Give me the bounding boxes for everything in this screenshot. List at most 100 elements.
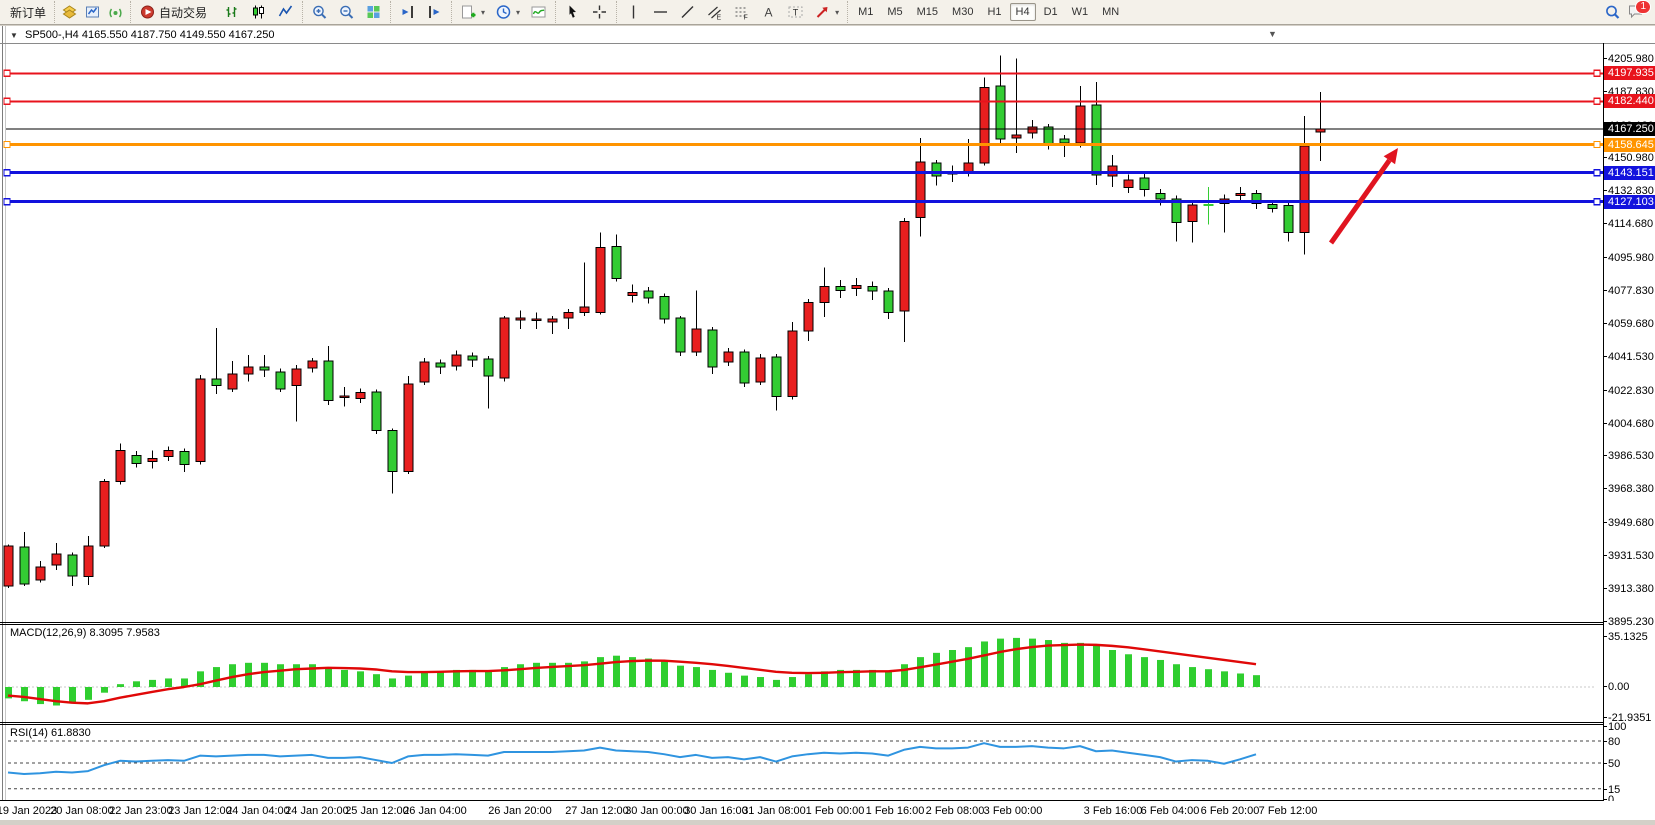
candle bbox=[180, 451, 189, 464]
main-chart-canvas[interactable] bbox=[0, 43, 1655, 622]
cursor-icon bbox=[564, 4, 581, 20]
candle bbox=[340, 396, 349, 398]
price-tick-label: 4041.530 bbox=[1608, 351, 1654, 363]
line-anchor[interactable] bbox=[4, 142, 10, 148]
market-watch-icon[interactable] bbox=[84, 4, 101, 20]
time-tick-label: 19 Jan 2023 bbox=[0, 805, 57, 817]
line-anchor[interactable] bbox=[4, 199, 10, 205]
timeframe-H4[interactable]: H4 bbox=[1010, 3, 1036, 21]
macd-histogram bbox=[5, 638, 1260, 706]
candle bbox=[916, 162, 925, 218]
candle bbox=[276, 372, 285, 389]
price-axis[interactable]: 4205.9804187.8304169.1304150.9804132.830… bbox=[1604, 43, 1655, 819]
timeframe-group: M1M5M15M30H1H4D1W1MN bbox=[847, 1, 1129, 23]
chart-shift-button[interactable] bbox=[394, 2, 421, 22]
zoom-out-button[interactable] bbox=[333, 2, 360, 22]
line-chart-button[interactable] bbox=[272, 2, 299, 22]
line-anchor[interactable] bbox=[1594, 70, 1600, 76]
timeframe-W1[interactable]: W1 bbox=[1066, 3, 1095, 21]
timeframe-D1[interactable]: D1 bbox=[1038, 3, 1064, 21]
chart-shift-marker-icon[interactable]: ▼ bbox=[1268, 29, 1277, 39]
time-tick-label: 3 Feb 16:00 bbox=[1084, 805, 1143, 817]
chat-button[interactable]: 1 bbox=[1627, 3, 1647, 21]
timeframe-MN[interactable]: MN bbox=[1096, 3, 1125, 21]
line-anchor[interactable] bbox=[4, 170, 10, 176]
line-chart-icon bbox=[277, 4, 294, 20]
candle bbox=[116, 451, 125, 482]
new-order-button[interactable]: 新订单 bbox=[5, 2, 51, 23]
candle bbox=[596, 248, 605, 313]
line-anchor[interactable] bbox=[4, 70, 10, 76]
horizontal-lines bbox=[4, 70, 1603, 204]
horizontal-line-button[interactable] bbox=[647, 2, 674, 22]
candle bbox=[212, 379, 221, 386]
fibonacci-icon: F bbox=[733, 4, 750, 20]
current-price-badge: 4167.250 bbox=[1604, 122, 1655, 136]
vertical-line-icon bbox=[625, 4, 642, 20]
timeframe-H1[interactable]: H1 bbox=[981, 3, 1007, 21]
pane-separator[interactable] bbox=[0, 622, 1603, 623]
rsi-canvas[interactable] bbox=[0, 725, 1655, 800]
signal-icon[interactable] bbox=[107, 4, 124, 20]
candle bbox=[436, 363, 445, 367]
macd-canvas[interactable] bbox=[0, 625, 1655, 722]
candle bbox=[884, 291, 893, 312]
line-anchor[interactable] bbox=[1594, 142, 1600, 148]
candlestick-chart-button[interactable] bbox=[245, 2, 272, 22]
cursor-button[interactable] bbox=[559, 2, 586, 22]
autotrade-button[interactable]: 自动交易 bbox=[134, 2, 212, 23]
line-anchor[interactable] bbox=[1594, 199, 1600, 205]
tile-windows-button[interactable] bbox=[360, 2, 387, 22]
timeframe-M15[interactable]: M15 bbox=[911, 3, 944, 21]
time-tick-label: 22 Jan 23:00 bbox=[109, 805, 173, 817]
candle bbox=[1188, 205, 1197, 222]
autotrade-group: 自动交易 bbox=[130, 1, 215, 23]
candle bbox=[404, 384, 413, 472]
bars-chart-button[interactable] bbox=[218, 2, 245, 22]
trendline-button[interactable] bbox=[674, 2, 701, 22]
timeframe-M1[interactable]: M1 bbox=[852, 3, 879, 21]
svg-text:A: A bbox=[765, 6, 773, 20]
auto-scroll-button[interactable] bbox=[421, 2, 448, 22]
channel-button[interactable]: E bbox=[701, 2, 728, 22]
price-line-badge: 4143.151 bbox=[1604, 166, 1655, 180]
gold-bars-icon[interactable] bbox=[61, 4, 78, 20]
crosshair-button[interactable] bbox=[586, 2, 613, 22]
label-button[interactable]: T bbox=[782, 2, 809, 22]
collapse-triangle-icon[interactable]: ▼ bbox=[10, 31, 18, 40]
main-toolbar: 新订单 自动交易 ▾▾EFAT▾ M1M5M15M30H1H4D1W1MN 1 bbox=[0, 0, 1655, 25]
chart-window: ▼ SP500-,H4 4165.550 4187.750 4149.550 4… bbox=[0, 26, 1655, 820]
new-order-label: 新订单 bbox=[10, 4, 46, 21]
line-anchor[interactable] bbox=[4, 98, 10, 104]
new-chart-button[interactable]: ▾ bbox=[455, 2, 490, 22]
zoom-in-button[interactable] bbox=[306, 2, 333, 22]
candle bbox=[164, 451, 173, 457]
candle bbox=[1012, 135, 1021, 138]
line-anchor[interactable] bbox=[1594, 170, 1600, 176]
rsi-label: RSI(14) 61.8830 bbox=[10, 727, 91, 739]
candle bbox=[644, 291, 653, 298]
fibonacci-button[interactable]: F bbox=[728, 2, 755, 22]
candle bbox=[356, 393, 365, 399]
line-anchor[interactable] bbox=[1594, 98, 1600, 104]
crosshair-icon bbox=[591, 4, 608, 20]
time-axis[interactable]: 19 Jan 202320 Jan 08:0022 Jan 23:0023 Ja… bbox=[0, 801, 1655, 820]
candle bbox=[4, 546, 13, 586]
indicators-button[interactable] bbox=[525, 2, 552, 22]
price-tick-label: 4004.680 bbox=[1608, 418, 1654, 430]
search-icon[interactable] bbox=[1604, 4, 1621, 20]
svg-text:T: T bbox=[793, 8, 799, 18]
pane-separator[interactable] bbox=[0, 722, 1603, 723]
timeframe-M30[interactable]: M30 bbox=[946, 3, 979, 21]
macd-label: MACD(12,26,9) 8.3095 7.9583 bbox=[10, 627, 160, 639]
period-button[interactable]: ▾ bbox=[490, 2, 525, 22]
text-button[interactable]: A bbox=[755, 2, 782, 22]
time-tick-label: 3 Feb 00:00 bbox=[984, 805, 1043, 817]
timeframe-M5[interactable]: M5 bbox=[881, 3, 908, 21]
arrows-button[interactable]: ▾ bbox=[809, 2, 844, 22]
time-tick-label: 23 Jan 12:00 bbox=[168, 805, 232, 817]
arrow-annotation[interactable] bbox=[1331, 148, 1398, 243]
vertical-line-button[interactable] bbox=[620, 2, 647, 22]
candlestick-chart-icon bbox=[250, 4, 267, 20]
time-tick-label: 30 Jan 16:00 bbox=[684, 805, 748, 817]
